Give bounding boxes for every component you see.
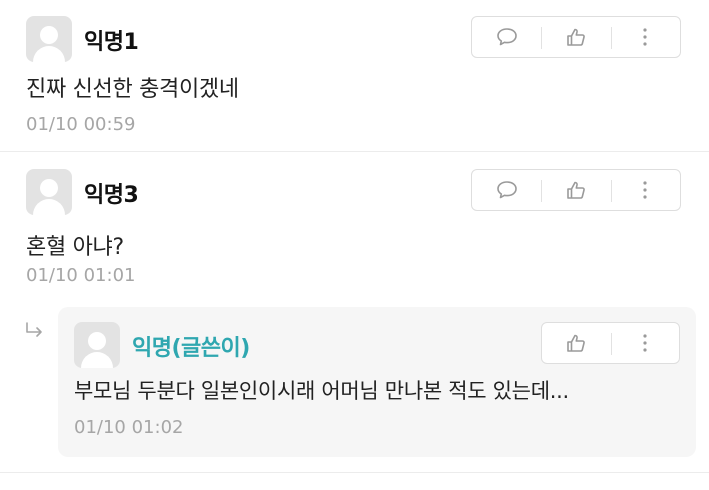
- more-options-button[interactable]: [610, 17, 680, 57]
- like-button[interactable]: [541, 17, 610, 57]
- vertical-ellipsis-icon: [643, 28, 647, 46]
- avatar-body-shape: [33, 199, 65, 215]
- like-button[interactable]: [542, 323, 611, 363]
- more-options-button[interactable]: [610, 170, 680, 210]
- reply-timestamp: 01/10 01:02: [74, 417, 184, 438]
- comment-item: 익명1 진짜 신선한 충격이겠네 01/10 00:59: [0, 0, 709, 152]
- avatar-head-shape: [40, 26, 58, 44]
- comment-item: 익명3 혼혈 아냐? 01/10 01:01 익명(글쓴이) 부모님 두분다 일…: [0, 153, 709, 473]
- reply-arrow-icon: [26, 322, 42, 337]
- thumbs-up-icon: [567, 181, 585, 199]
- comment-timestamp: 01/10 00:59: [26, 114, 136, 135]
- reply-actions: [541, 322, 680, 364]
- vertical-ellipsis-icon: [643, 181, 647, 199]
- comment-timestamp: 01/10 01:01: [26, 265, 136, 286]
- avatar[interactable]: [26, 169, 72, 215]
- comment-author[interactable]: 익명3: [84, 177, 139, 209]
- comment-text: 혼혈 아냐?: [26, 235, 124, 260]
- avatar-body-shape: [33, 46, 65, 62]
- more-options-button[interactable]: [610, 323, 680, 363]
- thumbs-up-icon: [567, 28, 585, 46]
- speech-bubble-icon: [496, 28, 517, 46]
- reply-item: 익명(글쓴이) 부모님 두분다 일본인이시래 어머님 만나본 적도 있는데...…: [58, 307, 696, 457]
- avatar[interactable]: [26, 16, 72, 62]
- vertical-ellipsis-icon: [643, 334, 647, 352]
- thumbs-up-icon: [567, 334, 586, 352]
- reply-text: 부모님 두분다 일본인이시래 어머님 만나본 적도 있는데...: [74, 379, 569, 403]
- comment-text: 진짜 신선한 충격이겠네: [26, 77, 239, 102]
- speech-bubble-icon: [496, 181, 517, 199]
- comment-actions: [471, 169, 681, 211]
- comment-actions: [471, 16, 681, 58]
- like-button[interactable]: [541, 170, 610, 210]
- avatar-head-shape: [40, 179, 58, 197]
- comment-author[interactable]: 익명1: [84, 24, 139, 56]
- reply-button[interactable]: [472, 170, 541, 210]
- avatar[interactable]: [74, 322, 120, 368]
- avatar-head-shape: [88, 332, 106, 350]
- reply-author[interactable]: 익명(글쓴이): [132, 330, 250, 362]
- reply-button[interactable]: [472, 17, 541, 57]
- avatar-body-shape: [81, 352, 113, 368]
